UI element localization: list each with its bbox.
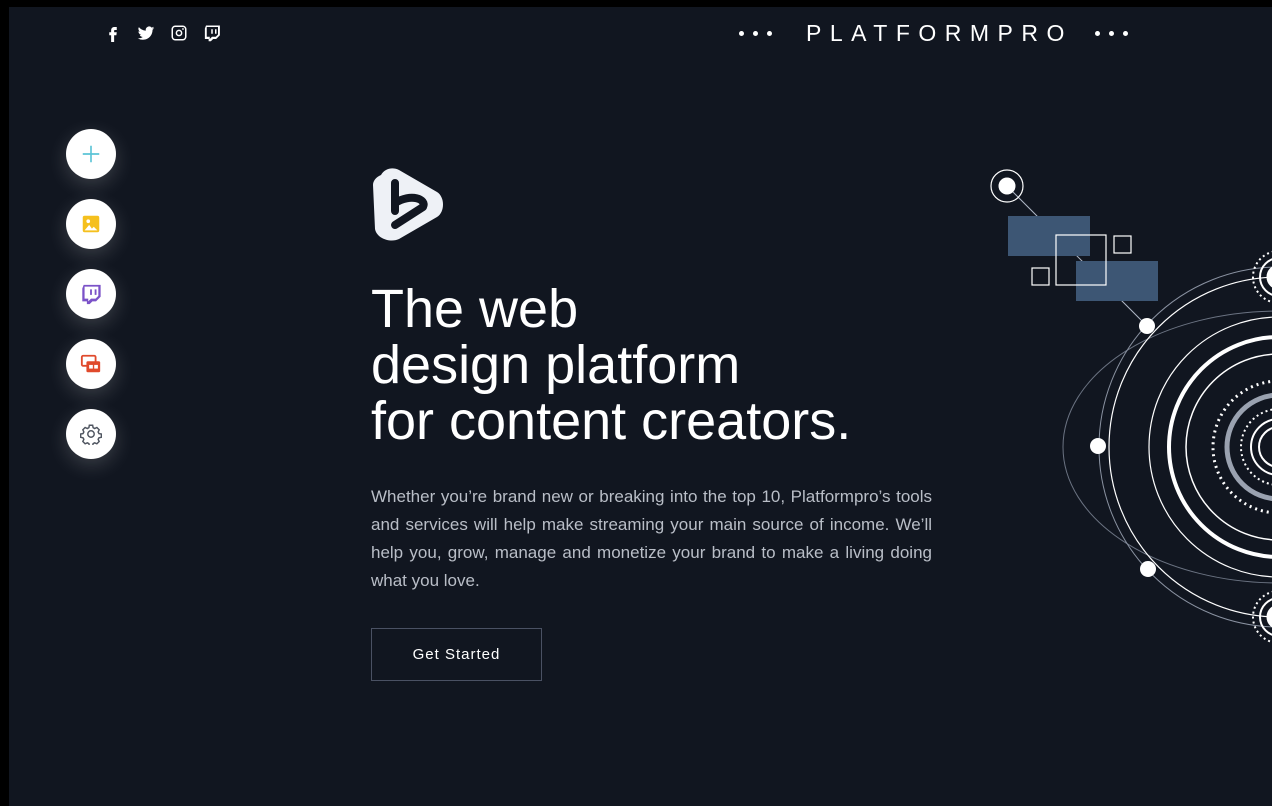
get-started-button[interactable]: Get Started <box>371 628 542 681</box>
dots-left-icon <box>739 30 772 36</box>
twitter-icon[interactable] <box>136 23 155 42</box>
page-title: The web design platform for content crea… <box>371 281 951 449</box>
headline-line: design platform <box>371 335 741 395</box>
add-button[interactable] <box>66 129 116 179</box>
platformpro-logo-icon <box>371 167 951 249</box>
instagram-icon[interactable] <box>169 23 188 42</box>
image-button[interactable] <box>66 199 116 249</box>
social-links <box>103 23 221 42</box>
tool-dock <box>66 129 116 459</box>
layout-button[interactable] <box>66 339 116 389</box>
hero-section: The web design platform for content crea… <box>371 167 951 681</box>
twitch-icon[interactable] <box>202 23 221 42</box>
gear-icon <box>80 424 102 445</box>
page: PLATFORMPRO The web design platform for … <box>9 7 1272 806</box>
twitch-icon <box>82 284 101 305</box>
dots-right-icon <box>1094 30 1128 36</box>
image-icon <box>82 215 100 233</box>
settings-button[interactable] <box>66 409 116 459</box>
hero-description: Whether you’re brand new or breaking int… <box>371 487 932 590</box>
orbit-illustration-icon <box>990 169 1272 644</box>
layout-icon <box>80 354 101 373</box>
twitch-button[interactable] <box>66 269 116 319</box>
facebook-icon[interactable] <box>103 23 122 42</box>
headline-line: for content creators. <box>371 391 852 451</box>
add-icon <box>82 145 100 163</box>
brand-name[interactable]: PLATFORMPRO <box>806 20 1073 47</box>
brand-header: PLATFORMPRO <box>739 19 1128 47</box>
headline-line: The web <box>371 279 579 339</box>
